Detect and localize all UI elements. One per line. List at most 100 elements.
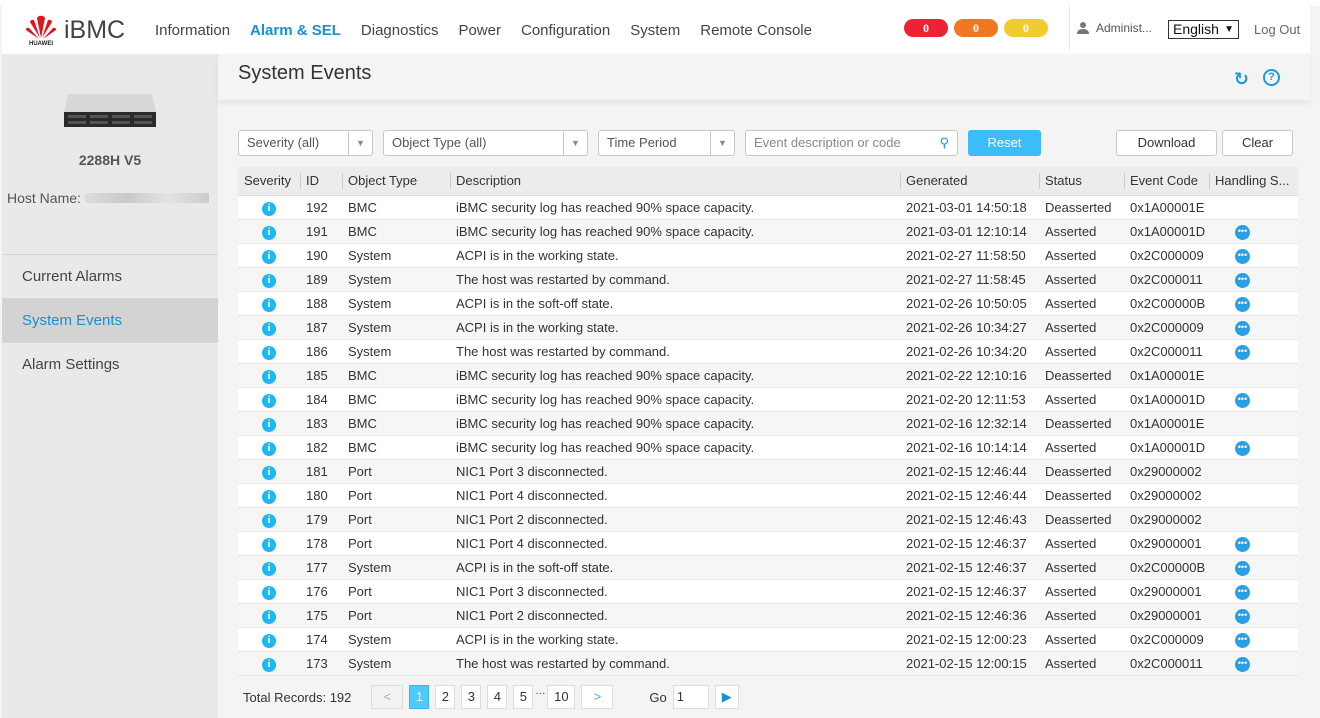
page-10[interactable]: 10 bbox=[547, 685, 576, 709]
nav-remote-console[interactable]: Remote Console bbox=[700, 22, 812, 39]
page-4[interactable]: 4 bbox=[487, 685, 508, 709]
more-icon[interactable]: ••• bbox=[1235, 393, 1250, 408]
table-row[interactable]: i 181 Port NIC1 Port 3 disconnected. 2021-02… bbox=[238, 459, 1298, 484]
table-row[interactable]: i 184 BMC iBMC security log has reached 90%… bbox=[238, 387, 1298, 412]
more-icon[interactable]: ••• bbox=[1235, 225, 1250, 240]
logout-link[interactable]: Log Out bbox=[1254, 22, 1300, 37]
event-code-cell: 0x29000002 bbox=[1124, 483, 1209, 508]
nav-diagnostics[interactable]: Diagnostics bbox=[361, 22, 439, 39]
id-cell: 187 bbox=[300, 315, 342, 340]
next-page-button[interactable]: > bbox=[581, 685, 614, 709]
nav-information[interactable]: Information bbox=[155, 22, 230, 39]
column-header[interactable]: ID bbox=[300, 167, 342, 196]
column-header[interactable]: Description bbox=[450, 167, 900, 196]
more-icon[interactable]: ••• bbox=[1235, 585, 1250, 600]
column-header[interactable]: Severity bbox=[238, 167, 300, 196]
info-icon: i bbox=[262, 489, 276, 504]
column-header[interactable]: Status bbox=[1039, 167, 1124, 196]
column-header[interactable]: Event Code bbox=[1124, 167, 1209, 196]
more-icon[interactable]: ••• bbox=[1235, 273, 1250, 288]
event-code-cell: 0x29000002 bbox=[1124, 459, 1209, 484]
table-row[interactable]: i 191 BMC iBMC security log has reached 90%… bbox=[238, 219, 1298, 244]
description-cell: iBMC security log has reached 90% space … bbox=[450, 219, 900, 244]
table-row[interactable]: i 179 Port NIC1 Port 2 disconnected. 2021-02… bbox=[238, 507, 1298, 532]
more-icon[interactable]: ••• bbox=[1235, 297, 1250, 312]
more-icon[interactable]: ••• bbox=[1235, 321, 1250, 336]
table-row[interactable]: i 186 System The host was restarted by comm… bbox=[238, 339, 1298, 364]
generated-cell: 2021-02-15 12:46:44 bbox=[900, 459, 1039, 484]
table-row[interactable]: i 175 Port NIC1 Port 2 disconnected. 2021-02… bbox=[238, 603, 1298, 628]
more-icon[interactable]: ••• bbox=[1235, 633, 1250, 648]
table-row[interactable]: i 190 System ACPI is in the working state. 2… bbox=[238, 243, 1298, 268]
status-cell: Asserted bbox=[1039, 531, 1124, 556]
help-icon[interactable]: ? bbox=[1263, 69, 1280, 86]
status-cell: Asserted bbox=[1039, 603, 1124, 628]
page-1[interactable]: 1 bbox=[409, 685, 430, 709]
nav-alarm-sel[interactable]: Alarm & SEL bbox=[250, 22, 341, 39]
page-5[interactable]: 5 bbox=[513, 685, 534, 709]
time-period-select[interactable]: Time Period ▼ bbox=[598, 130, 735, 156]
column-header[interactable]: Handling S... bbox=[1209, 167, 1298, 196]
page-2[interactable]: 2 bbox=[435, 685, 456, 709]
go-button[interactable]: ▶ bbox=[714, 685, 739, 709]
page-3[interactable]: 3 bbox=[461, 685, 482, 709]
main-nav: Information Alarm & SEL Diagnostics Power Co… bbox=[155, 22, 832, 39]
object-type-select[interactable]: Object Type (all) ▼ bbox=[383, 130, 588, 156]
refresh-icon[interactable]: ↻ bbox=[1234, 69, 1249, 90]
more-icon[interactable]: ••• bbox=[1235, 249, 1250, 264]
info-icon: i bbox=[262, 657, 276, 672]
language-select[interactable]: English ▼ bbox=[1168, 20, 1239, 39]
user-menu[interactable]: Administ... bbox=[1069, 6, 1152, 50]
alarm-count-badge[interactable]: 0 bbox=[1004, 19, 1048, 37]
column-header[interactable]: Generated bbox=[900, 167, 1039, 196]
table-row[interactable]: i 187 System ACPI is in the working state. 2… bbox=[238, 315, 1298, 340]
event-code-cell: 0x2C000009 bbox=[1124, 627, 1209, 652]
info-icon: i bbox=[262, 225, 276, 240]
table-row[interactable]: i 176 Port NIC1 Port 3 disconnected. 2021-02… bbox=[238, 579, 1298, 604]
table-row[interactable]: i 174 System ACPI is in the working state. 2… bbox=[238, 627, 1298, 652]
nav-power[interactable]: Power bbox=[458, 22, 501, 39]
table-row[interactable]: i 185 BMC iBMC security log has reached 90%… bbox=[238, 363, 1298, 388]
header: HUAWEI iBMC Information Alarm & SEL Diagno… bbox=[2, 6, 1310, 54]
sidebar-item-current-alarms[interactable]: Current Alarms bbox=[2, 254, 218, 298]
more-icon[interactable]: ••• bbox=[1235, 345, 1250, 360]
severity-cell: i bbox=[238, 603, 300, 628]
more-icon[interactable]: ••• bbox=[1235, 537, 1250, 552]
prev-page-button[interactable]: < bbox=[371, 685, 404, 709]
handling-cell: ••• bbox=[1209, 603, 1298, 628]
table-row[interactable]: i 180 Port NIC1 Port 4 disconnected. 2021-02… bbox=[238, 483, 1298, 508]
table-row[interactable]: i 178 Port NIC1 Port 4 disconnected. 2021-02… bbox=[238, 531, 1298, 556]
severity-select[interactable]: Severity (all) ▼ bbox=[238, 130, 373, 156]
alarm-count-badge[interactable]: 0 bbox=[954, 19, 998, 37]
table-row[interactable]: i 177 System ACPI is in the soft-off state.… bbox=[238, 555, 1298, 580]
generated-cell: 2021-03-01 12:10:14 bbox=[900, 219, 1039, 244]
object-type-cell: System bbox=[342, 651, 450, 676]
handling-cell: ••• bbox=[1209, 531, 1298, 556]
event-code-cell: 0x29000001 bbox=[1124, 603, 1209, 628]
info-icon: i bbox=[262, 465, 276, 480]
alarm-count-badge[interactable]: 0 bbox=[904, 19, 948, 37]
more-icon[interactable]: ••• bbox=[1235, 609, 1250, 624]
more-icon[interactable]: ••• bbox=[1235, 441, 1250, 456]
brand-name: iBMC bbox=[64, 15, 126, 44]
search-input[interactable]: Event description or code ⚲ bbox=[745, 130, 958, 156]
table-row[interactable]: i 183 BMC iBMC security log has reached 90%… bbox=[238, 411, 1298, 436]
nav-configuration[interactable]: Configuration bbox=[521, 22, 610, 39]
table-row[interactable]: i 188 System ACPI is in the soft-off state.… bbox=[238, 291, 1298, 316]
go-page-input[interactable]: 1 bbox=[672, 685, 709, 709]
nav-system[interactable]: System bbox=[630, 22, 680, 39]
sidebar-item-system-events[interactable]: System Events bbox=[2, 298, 218, 342]
table-row[interactable]: i 192 BMC iBMC security log has reached 90%… bbox=[238, 195, 1298, 220]
table-row[interactable]: i 182 BMC iBMC security log has reached 90%… bbox=[238, 435, 1298, 460]
clear-button[interactable]: Clear bbox=[1222, 130, 1293, 156]
id-cell: 177 bbox=[300, 555, 342, 580]
column-header[interactable]: Object Type bbox=[342, 167, 450, 196]
more-icon[interactable]: ••• bbox=[1235, 657, 1250, 672]
status-cell: Asserted bbox=[1039, 291, 1124, 316]
reset-button[interactable]: Reset bbox=[968, 130, 1041, 156]
more-icon[interactable]: ••• bbox=[1235, 561, 1250, 576]
table-row[interactable]: i 173 System The host was restarted by comm… bbox=[238, 651, 1298, 676]
download-button[interactable]: Download bbox=[1116, 130, 1217, 156]
sidebar-item-alarm-settings[interactable]: Alarm Settings bbox=[2, 342, 218, 386]
table-row[interactable]: i 189 System The host was restarted by comm… bbox=[238, 267, 1298, 292]
